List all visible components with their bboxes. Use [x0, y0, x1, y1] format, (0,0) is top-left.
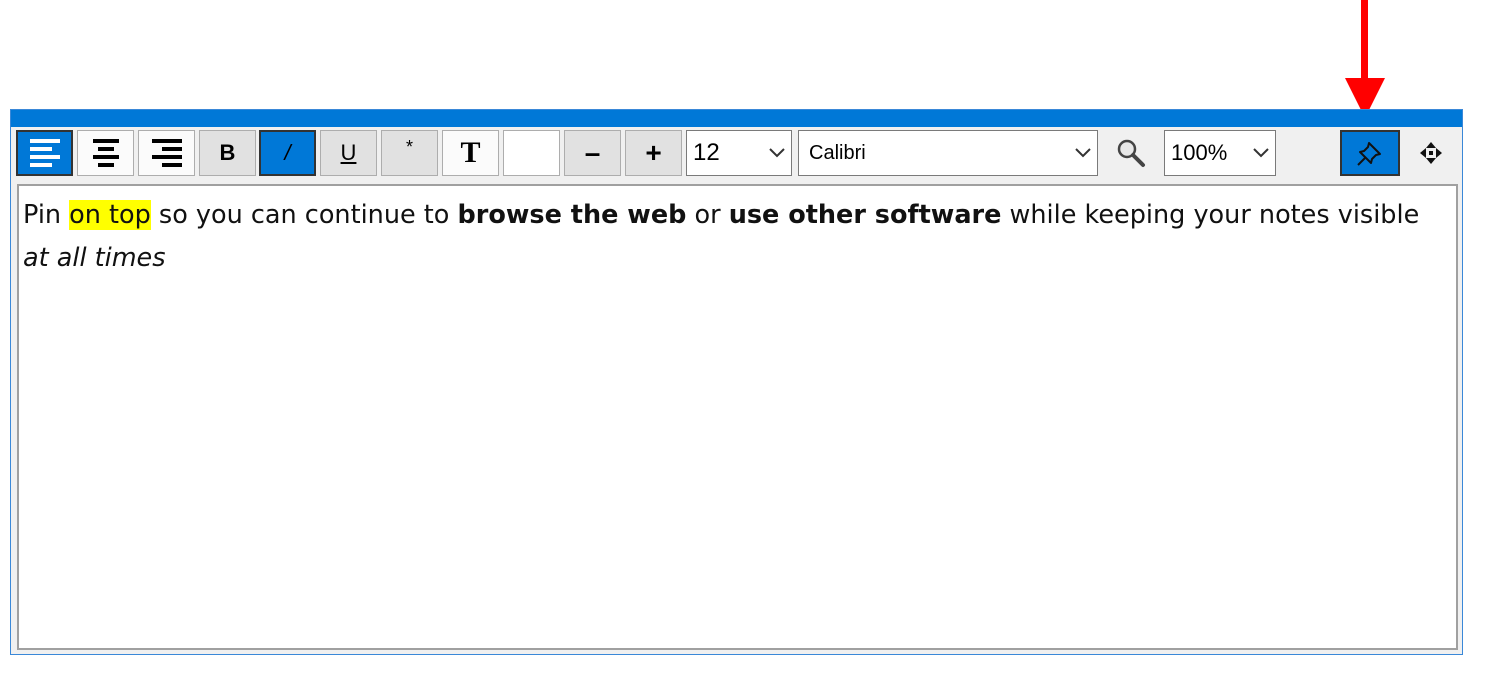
- note-text-plain: Pin: [23, 200, 70, 230]
- note-text-plain: so you can continue to: [150, 200, 458, 230]
- zoom-value: 100%: [1171, 140, 1228, 165]
- search-button[interactable]: [1109, 130, 1153, 176]
- superscript-button[interactable]: *: [381, 130, 438, 176]
- text-style-button[interactable]: T: [442, 130, 499, 176]
- note-text-highlighted: on top: [69, 200, 151, 230]
- note-text-bold: use other software: [728, 200, 1002, 230]
- align-center-button[interactable]: [77, 130, 134, 176]
- note-text-plain: while keeping your notes visible: [1001, 200, 1420, 230]
- title-bar[interactable]: [11, 110, 1462, 127]
- increase-label: +: [645, 137, 662, 168]
- zoom-select[interactable]: 100%: [1164, 130, 1276, 176]
- chevron-down-icon: [1247, 147, 1275, 159]
- font-size-select[interactable]: 12: [686, 130, 792, 176]
- italic-button[interactable]: /: [259, 130, 316, 176]
- align-left-icon: [29, 139, 60, 167]
- decrease-label: –: [584, 137, 601, 168]
- increase-size-button[interactable]: +: [625, 130, 682, 176]
- bold-button[interactable]: B: [199, 130, 256, 176]
- annotation-arrow: [1345, 0, 1385, 118]
- toolbar: B / U * T – + 12 Calibri 100%: [11, 127, 1462, 184]
- font-name-select[interactable]: Calibri: [798, 130, 1098, 176]
- align-right-icon: [151, 139, 182, 167]
- note-window: B / U * T – + 12 Calibri 100% Pin on top…: [10, 109, 1463, 655]
- search-icon: [1117, 139, 1145, 167]
- note-text-bold: browse the web: [457, 200, 687, 230]
- superscript-label: *: [405, 137, 413, 157]
- note-text-plain: or: [686, 200, 729, 230]
- align-right-button[interactable]: [138, 130, 195, 176]
- note-editor[interactable]: Pin on top so you can continue to browse…: [17, 184, 1458, 650]
- font-name-value: Calibri: [809, 141, 866, 164]
- text-style-label: T: [460, 136, 481, 169]
- note-text-italic: at all times: [23, 243, 166, 273]
- italic-label: /: [284, 140, 291, 165]
- bold-label: B: [219, 140, 236, 165]
- align-left-button[interactable]: [16, 130, 73, 176]
- underline-button[interactable]: U: [320, 130, 377, 176]
- underline-label: U: [340, 140, 357, 165]
- font-size-value: 12: [693, 139, 720, 166]
- pin-icon: [1357, 142, 1381, 166]
- text-color-button[interactable]: [503, 130, 560, 176]
- move-icon: [1420, 142, 1442, 164]
- decrease-size-button[interactable]: –: [564, 130, 621, 176]
- align-center-icon: [92, 139, 119, 167]
- pin-on-top-button[interactable]: [1340, 130, 1400, 176]
- move-handle[interactable]: [1407, 130, 1455, 176]
- chevron-down-icon: [1069, 147, 1097, 159]
- chevron-down-icon: [763, 147, 791, 159]
